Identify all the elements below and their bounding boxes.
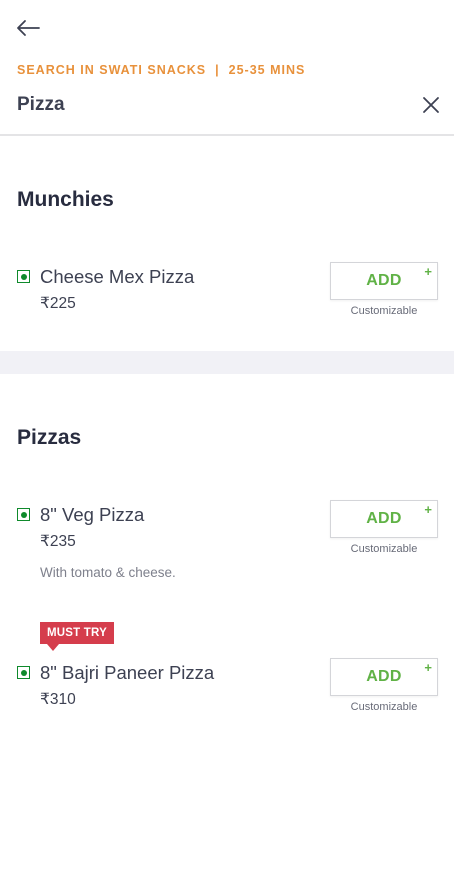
section-title-pizzas: Pizzas (17, 426, 82, 449)
veg-indicator-icon (17, 270, 30, 283)
customizable-label: Customizable (350, 543, 418, 555)
clear-search-button[interactable] (419, 93, 443, 117)
badge-pointer (47, 644, 59, 651)
item-price: ₹225 (40, 295, 76, 312)
add-label: ADD (366, 272, 402, 289)
search-header: SEARCH IN SWATI SNACKS | 25-35 MINS Pizza (0, 0, 454, 136)
must-try-badge: MUST TRY (40, 622, 114, 644)
item-description: With tomato & cheese. (40, 565, 176, 580)
back-arrow-icon (17, 20, 40, 36)
item-name: 8" Bajri Paneer Pizza (40, 662, 215, 683)
add-label: ADD (366, 510, 402, 527)
plus-icon: + (424, 660, 432, 675)
customizable-label: Customizable (350, 305, 418, 317)
veg-indicator-icon (17, 666, 30, 679)
veg-indicator-icon (17, 508, 30, 521)
plus-icon: + (424, 264, 432, 279)
close-icon (423, 97, 439, 113)
separator: | (215, 63, 220, 77)
add-button[interactable]: ADD + (330, 658, 438, 696)
customizable-label: Customizable (350, 701, 418, 713)
back-button[interactable] (14, 14, 42, 42)
search-context: SEARCH IN SWATI SNACKS | 25-35 MINS (17, 63, 305, 77)
item-name: 8" Veg Pizza (40, 504, 145, 525)
section-title-munchies: Munchies (17, 188, 114, 211)
search-input[interactable]: Pizza (17, 94, 65, 116)
item-price: ₹310 (40, 691, 76, 708)
section-divider (0, 351, 454, 374)
add-button[interactable]: ADD + (330, 262, 438, 300)
plus-icon: + (424, 502, 432, 517)
restaurant-label: SEARCH IN SWATI SNACKS (17, 63, 207, 77)
add-button[interactable]: ADD + (330, 500, 438, 538)
item-price: ₹235 (40, 533, 76, 550)
delivery-time: 25-35 MINS (228, 63, 306, 77)
add-label: ADD (366, 668, 402, 685)
item-name: Cheese Mex Pizza (40, 266, 195, 287)
